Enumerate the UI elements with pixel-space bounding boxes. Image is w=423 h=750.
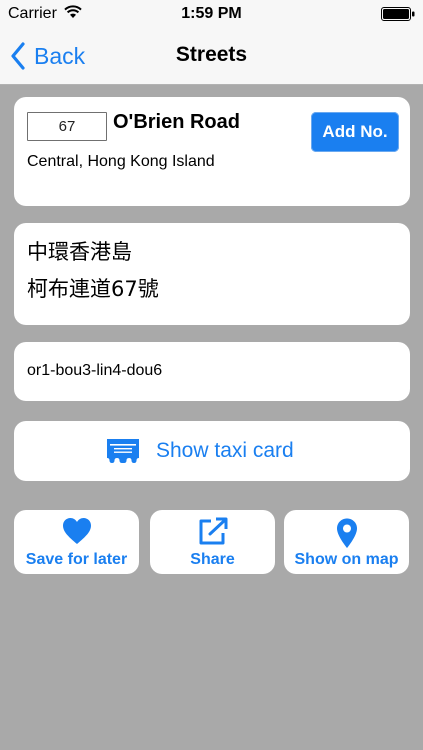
map-pin-icon [336, 518, 357, 548]
page-title: Streets [175, 43, 248, 66]
battery-icon [381, 7, 415, 21]
add-number-button[interactable]: Add No. [311, 112, 399, 152]
show-on-map-button[interactable]: Show on map [284, 510, 409, 574]
heart-icon [62, 518, 91, 544]
district-label: Central, Hong Kong Island [27, 153, 215, 170]
save-for-later-label: Save for later [25, 551, 128, 568]
chinese-street: 柯布連道67號 [27, 277, 159, 301]
chinese-district: 中環香港島 [27, 240, 132, 264]
show-taxi-card-button[interactable]: Show taxi card [14, 421, 410, 481]
house-number-input[interactable]: 67 [27, 112, 107, 141]
chinese-address-card: 中環香港島 柯布連道67號 [14, 223, 410, 325]
navigation-bar: Back Streets [0, 28, 423, 85]
taxi-card-label: Show taxi card [156, 439, 294, 462]
ticket-icon [107, 439, 139, 463]
share-icon [199, 517, 227, 545]
status-time: 1:59 PM [181, 5, 242, 22]
street-name: O'Brien Road [113, 111, 240, 133]
show-on-map-label: Show on map [294, 551, 399, 568]
save-for-later-button[interactable]: Save for later [14, 510, 139, 574]
romanization-text: or1-bou3-lin4-dou6 [27, 362, 163, 379]
share-label: Share [190, 551, 235, 568]
status-bar: Carrier 1:59 PM [0, 0, 423, 28]
address-card: 67 O'Brien Road Central, Hong Kong Islan… [14, 97, 410, 206]
share-button[interactable]: Share [150, 510, 275, 574]
romanization-card: or1-bou3-lin4-dou6 [14, 342, 410, 401]
